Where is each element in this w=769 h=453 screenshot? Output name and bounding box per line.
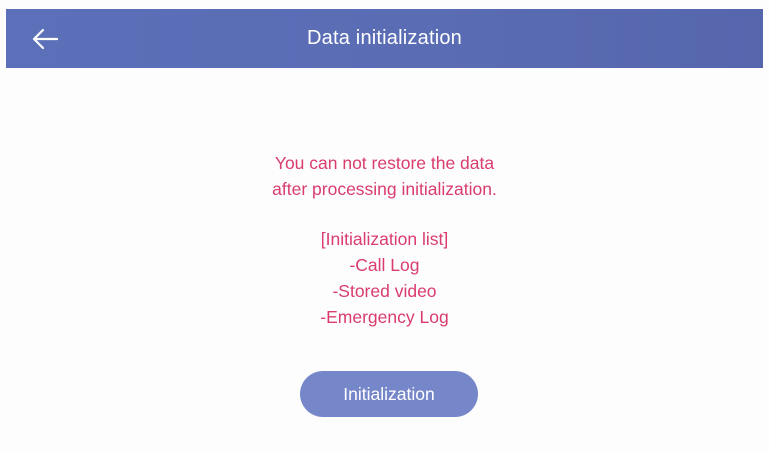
warning-line-1: You can not restore the data	[274, 153, 495, 173]
header-bar: Data initialization	[6, 9, 763, 68]
warning-message: You can not restore the data after proce…	[0, 150, 769, 202]
content-area: You can not restore the data after proce…	[0, 150, 769, 330]
initialization-list: [Initialization list] -Call Log -Stored …	[0, 226, 769, 330]
list-item: -Stored video	[332, 281, 437, 301]
page-title: Data initialization	[307, 27, 462, 49]
data-initialization-screen: Data initialization You can not restore …	[0, 0, 769, 453]
list-item: -Call Log	[349, 255, 420, 275]
initialization-button[interactable]: Initialization	[300, 371, 478, 417]
list-item: -Emergency Log	[320, 307, 449, 327]
warning-line-2: after processing initialization.	[272, 179, 497, 199]
list-heading: [Initialization list]	[320, 229, 449, 249]
